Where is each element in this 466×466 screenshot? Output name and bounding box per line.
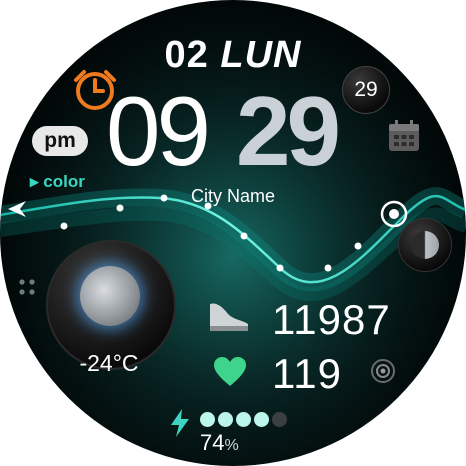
battery-dot bbox=[254, 412, 269, 427]
temperature-value: -24°C bbox=[79, 350, 139, 376]
full-moon-icon bbox=[80, 266, 140, 326]
battery-dot bbox=[236, 412, 251, 427]
watch-face: 02 LUN 09 29 29 pm ▸ color City Name -24… bbox=[0, 0, 466, 466]
moon-phase-small[interactable] bbox=[398, 218, 452, 272]
date-day-number: 02 bbox=[164, 34, 209, 76]
heartbeat-sensor-icon[interactable] bbox=[370, 358, 396, 389]
date-display: 02 LUN bbox=[0, 34, 466, 77]
half-moon-icon bbox=[411, 231, 439, 259]
time-seconds: 29 bbox=[342, 66, 390, 114]
time-hours: 09 bbox=[106, 76, 211, 186]
time-minutes: 29 bbox=[236, 76, 341, 186]
battery-dot bbox=[272, 412, 287, 427]
calendar-icon[interactable] bbox=[386, 118, 422, 159]
steps-icon bbox=[206, 298, 252, 339]
apps-grid-icon[interactable] bbox=[18, 278, 38, 303]
steps-count: 11987 bbox=[272, 296, 391, 343]
lightning-icon bbox=[168, 408, 192, 443]
heart-rate-value: 119 bbox=[272, 350, 342, 397]
battery-percent: 74% bbox=[200, 430, 239, 456]
battery-dot bbox=[200, 412, 215, 427]
ampm-badge: pm bbox=[32, 126, 88, 156]
battery-dot bbox=[218, 412, 233, 427]
battery-percent-sign: % bbox=[224, 437, 239, 454]
heart-icon bbox=[212, 356, 248, 393]
date-weekday: LUN bbox=[220, 34, 302, 76]
battery-percent-value: 74 bbox=[200, 430, 225, 455]
battery-level-dots bbox=[200, 412, 287, 427]
